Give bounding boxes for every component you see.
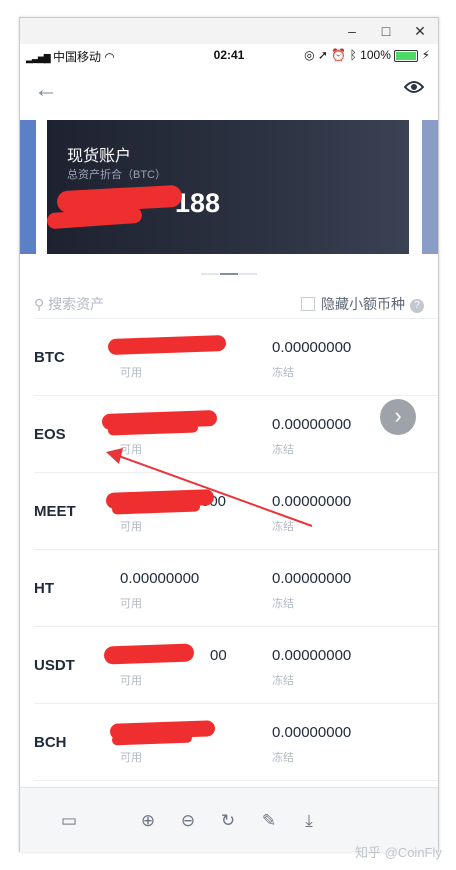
carousel-dots bbox=[201, 262, 258, 280]
carousel-dot-active bbox=[220, 273, 238, 275]
maximize-button[interactable]: □ bbox=[377, 22, 395, 40]
arrow-left-icon[interactable]: ← bbox=[34, 76, 58, 104]
location-icon: ➚ bbox=[317, 48, 328, 62]
asset-row[interactable]: HT 0.00000000 可用 0.00000000 冻结 bbox=[20, 550, 438, 627]
available-label: 可用 bbox=[120, 752, 142, 764]
redaction-mark bbox=[103, 643, 195, 665]
fit-window-icon[interactable]: ▭ bbox=[58, 810, 80, 832]
asset-row[interactable]: BCH 可用 0.00000000 冻结 bbox=[20, 704, 438, 781]
available-label: 可用 bbox=[120, 444, 142, 456]
charging-icon: ⚡ bbox=[421, 48, 430, 62]
total-assets-value: 188 bbox=[175, 188, 221, 218]
frozen-amount: 0.00000000 bbox=[272, 570, 352, 587]
help-icon[interactable]: ? bbox=[410, 299, 424, 313]
account-subtitle: 总资产折合（BTC） bbox=[67, 169, 166, 181]
available-label: 可用 bbox=[120, 598, 142, 610]
asset-symbol: BCH bbox=[34, 734, 67, 751]
eye-icon[interactable] bbox=[404, 80, 424, 94]
rotate-icon[interactable]: ↻ bbox=[217, 810, 239, 832]
carousel-next-card[interactable] bbox=[422, 120, 438, 254]
divider bbox=[34, 780, 438, 781]
chevron-right-icon[interactable]: › bbox=[380, 399, 416, 435]
asset-symbol: MEET bbox=[34, 503, 76, 520]
asset-symbol: EOS bbox=[34, 426, 66, 443]
asset-row[interactable]: USDT 00 可用 0.00000000 冻结 bbox=[20, 627, 438, 704]
asset-row[interactable]: BTC 可用 0.00000000 冻结 bbox=[20, 319, 438, 396]
hide-small-label: 隐藏小额币种 bbox=[321, 296, 405, 312]
carousel-dot bbox=[201, 273, 219, 275]
bluetooth-icon: ᛒ bbox=[349, 48, 357, 62]
carousel-dot bbox=[239, 273, 257, 275]
asset-row[interactable]: EOS 可用 0.00000000 冻结 bbox=[20, 396, 438, 473]
frozen-amount: 0.00000000 bbox=[272, 493, 352, 510]
frozen-label: 冻结 bbox=[272, 752, 294, 764]
available-label: 可用 bbox=[120, 521, 142, 533]
frozen-label: 冻结 bbox=[272, 444, 294, 456]
redaction-mark bbox=[111, 732, 193, 746]
status-bar: ▂▃▅▇ 中国移动 ◠ 02:41 ◎ ➚ ⏰ ᛒ 100% ⚡ bbox=[20, 44, 438, 66]
redaction-mark bbox=[107, 422, 199, 436]
frozen-amount: 0.00000000 bbox=[272, 416, 352, 433]
battery-icon bbox=[394, 49, 419, 62]
edit-icon[interactable]: ✎ bbox=[258, 810, 280, 832]
minimize-button[interactable]: – bbox=[343, 22, 361, 40]
phone-window: – □ ✕ ▂▃▅▇ 中国移动 ◠ 02:41 ◎ ➚ ⏰ ᛒ 100% ⚡ ←… bbox=[19, 17, 439, 852]
frozen-label: 冻结 bbox=[272, 675, 294, 687]
frozen-label: 冻结 bbox=[272, 598, 294, 610]
redaction-mark bbox=[107, 334, 227, 356]
download-icon[interactable]: ⤓ bbox=[298, 810, 320, 832]
asset-symbol: BTC bbox=[34, 349, 65, 366]
watermark: 知乎 @CoinFly bbox=[355, 845, 442, 860]
frozen-amount: 0.00000000 bbox=[272, 647, 352, 664]
search-icon: ⚲ bbox=[34, 296, 45, 312]
hide-small-balances-toggle[interactable]: 隐藏小额币种? bbox=[301, 294, 424, 314]
asset-symbol: HT bbox=[34, 580, 54, 597]
alarm-icon: ⏰ bbox=[331, 48, 347, 62]
account-title: 现货账户 bbox=[67, 148, 132, 165]
frozen-label: 冻结 bbox=[272, 521, 294, 533]
zoom-out-icon[interactable]: ⊖ bbox=[177, 810, 199, 832]
zoom-in-icon[interactable]: ⊕ bbox=[137, 810, 159, 832]
status-right: ◎ ➚ ⏰ ᛒ 100% ⚡ bbox=[304, 48, 430, 62]
asset-search[interactable]: ⚲ 搜索资产 bbox=[34, 294, 104, 314]
checkbox-icon[interactable] bbox=[301, 297, 315, 311]
asset-symbol: USDT bbox=[34, 657, 75, 674]
carousel-prev-card[interactable] bbox=[20, 120, 36, 254]
frozen-label: 冻结 bbox=[272, 367, 294, 379]
available-label: 可用 bbox=[120, 675, 142, 687]
available-amount: 00 bbox=[210, 647, 227, 664]
asset-row[interactable]: MEET 000 可用 0.00000000 冻结 bbox=[20, 473, 438, 550]
battery-percent: 100% bbox=[360, 48, 391, 62]
close-button[interactable]: ✕ bbox=[411, 22, 429, 40]
frozen-amount: 0.00000000 bbox=[272, 339, 352, 356]
frozen-amount: 0.00000000 bbox=[272, 724, 352, 741]
lock-icon: ◎ bbox=[304, 48, 315, 62]
available-amount: 0.00000000 bbox=[120, 570, 200, 587]
spot-account-card[interactable]: 现货账户 总资产折合（BTC） 188 bbox=[46, 120, 409, 254]
available-label: 可用 bbox=[120, 367, 142, 379]
redaction-mark bbox=[111, 501, 201, 515]
search-input[interactable]: 搜索资产 bbox=[48, 296, 104, 312]
window-titlebar: – □ ✕ bbox=[20, 18, 438, 44]
